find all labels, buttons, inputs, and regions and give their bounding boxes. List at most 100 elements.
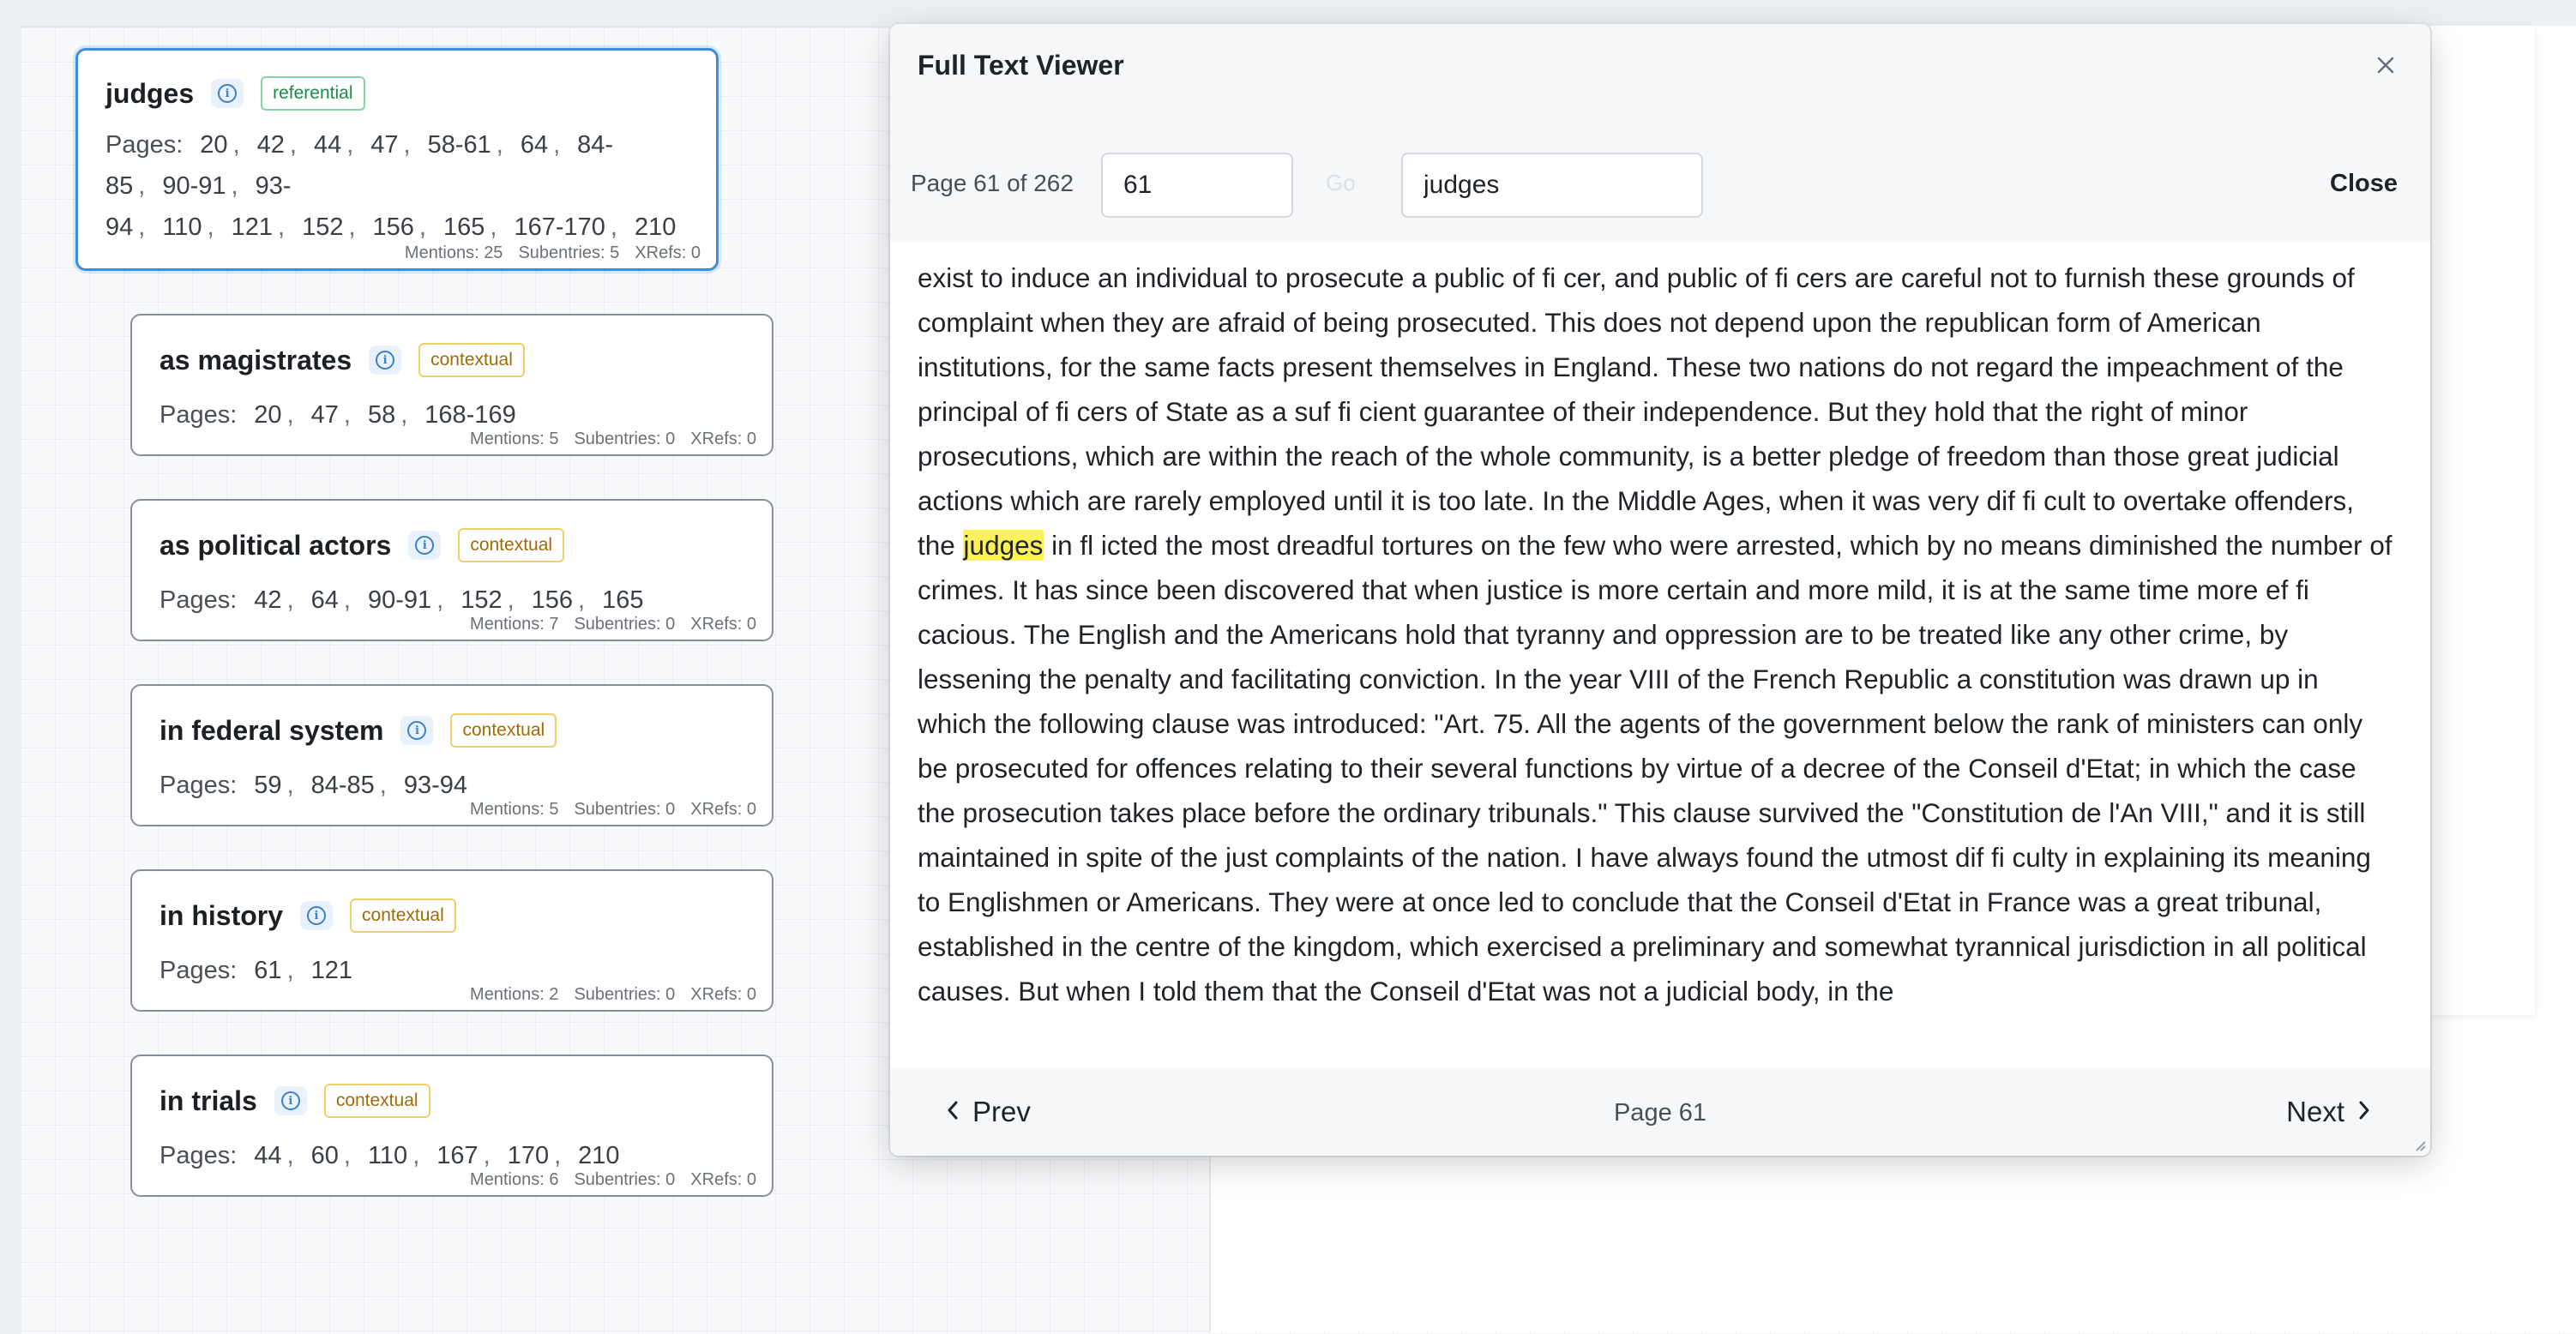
page-text-area[interactable]: exist to induce an individual to prosecu… (890, 242, 2430, 1071)
page-separator: , (138, 172, 146, 200)
subentries-count: Subentries: 0 (574, 430, 676, 448)
mentions-count: Mentions: 7 (470, 615, 559, 634)
page-link[interactable]: 156 (368, 213, 419, 241)
go-button[interactable]: Go (1326, 170, 1356, 196)
page-separator: , (286, 772, 294, 799)
page-separator: , (578, 586, 586, 614)
card-header: in federal system i contextual (159, 713, 557, 748)
info-icon[interactable]: i (300, 901, 334, 930)
subentries-count: Subentries: 0 (574, 985, 676, 1004)
page-link[interactable]: 165 (597, 586, 648, 614)
entry-stats: Mentions: 5 Subentries: 0 XRefs: 0 (470, 430, 756, 449)
page-link[interactable]: 170 (503, 1142, 554, 1169)
page-link[interactable]: 44 (249, 1142, 286, 1169)
page-link[interactable]: 60 (306, 1142, 344, 1169)
page-separator: , (138, 213, 146, 241)
page-link[interactable]: 121 (226, 213, 278, 241)
page-separator: , (286, 957, 294, 984)
page-link[interactable]: 42 (249, 586, 286, 614)
page-link[interactable]: 168-169 (419, 401, 521, 429)
page-separator: , (343, 1142, 351, 1169)
subentries-count: Subentries: 0 (574, 1170, 676, 1189)
page-link[interactable]: 20 (195, 131, 232, 159)
page-separator: , (379, 772, 387, 799)
page-link[interactable]: 59 (249, 772, 286, 799)
index-card-selected[interactable]: judges i referential Pages: 20, 42, 44, 47, 58-6… (75, 48, 719, 271)
pages-label: Pages: (159, 586, 238, 614)
modal-title: Full Text Viewer (918, 50, 1124, 81)
close-icon[interactable] (2370, 50, 2401, 81)
page-link[interactable]: 110 (363, 1142, 412, 1169)
page-link[interactable]: 42 (252, 131, 290, 159)
entry-stats: Mentions: 25 Subentries: 5 XRefs: 0 (405, 243, 701, 263)
next-button[interactable]: Next (2286, 1096, 2372, 1128)
index-card[interactable]: in history i contextual Pages: 61, 121 Mention… (130, 869, 773, 1012)
page-separator: , (483, 1142, 491, 1169)
entry-title: as political actors (159, 529, 392, 561)
page-number-input[interactable] (1101, 153, 1293, 218)
page-separator: , (286, 586, 294, 614)
page-link[interactable]: 47 (306, 401, 344, 429)
page-link[interactable]: 64 (306, 586, 344, 614)
page-link[interactable]: 156 (527, 586, 578, 614)
page-link[interactable]: 167 (431, 1142, 483, 1169)
page-link[interactable]: 152 (455, 586, 507, 614)
info-icon[interactable]: i (211, 79, 244, 108)
page-separator: , (507, 586, 515, 614)
page-text-after: in fl icted the most dreadful tortures o… (918, 530, 2392, 1007)
index-card[interactable]: in trials i contextual Pages: 44, 60, 110, 167,… (130, 1055, 773, 1197)
mentions-count: Mentions: 5 (470, 430, 559, 448)
page-link[interactable]: 90-91 (363, 586, 436, 614)
info-icon[interactable]: i (400, 716, 434, 745)
page-separator: , (232, 131, 240, 159)
page-separator: , (400, 401, 408, 429)
page-separator: , (412, 1142, 420, 1169)
xrefs-count: XRefs: 0 (690, 615, 756, 634)
page-separator: , (289, 131, 297, 159)
index-card[interactable]: in federal system i contextual Pages: 59, 84-… (130, 684, 773, 826)
entry-stats: Mentions: 6 Subentries: 0 XRefs: 0 (470, 1170, 756, 1190)
page-link[interactable]: 84-85 (306, 772, 380, 799)
page-separator: , (286, 401, 294, 429)
page-separator: , (278, 213, 286, 241)
page-link[interactable]: 152 (297, 213, 348, 241)
pages-label: Pages: (159, 1142, 238, 1169)
page-link[interactable]: 58 (363, 401, 400, 429)
search-input[interactable] (1401, 153, 1703, 218)
entry-type-badge: referential (261, 76, 365, 111)
page-link[interactable]: 64 (515, 131, 553, 159)
xrefs-count: XRefs: 0 (690, 800, 756, 819)
page-link[interactable]: 90-91 (157, 172, 231, 200)
viewer-toolbar: Page 61 of 262 Go Close (890, 108, 2430, 244)
index-card[interactable]: as magistrates i contextual Pages: 20, 47, 58,… (130, 314, 773, 456)
page-link[interactable]: 167-170 (509, 213, 610, 241)
card-header: in history i contextual (159, 898, 456, 933)
info-icon[interactable]: i (408, 531, 442, 560)
page-link[interactable]: 44 (309, 131, 346, 159)
index-card[interactable]: as political actors i contextual Pages: 42, 6… (130, 499, 773, 641)
close-button[interactable]: Close (2330, 170, 2398, 198)
info-icon[interactable]: i (274, 1086, 307, 1115)
info-icon[interactable]: i (369, 346, 402, 375)
page-link[interactable]: 47 (365, 131, 403, 159)
page-link[interactable]: 110 (157, 213, 207, 241)
page-link[interactable]: 210 (629, 213, 681, 241)
mentions-count: Mentions: 6 (470, 1170, 559, 1189)
entry-type-badge: contextual (323, 1084, 430, 1118)
page-link[interactable]: 121 (306, 957, 358, 984)
page-link[interactable]: 58-61 (423, 131, 497, 159)
page-link[interactable]: 93-94 (399, 772, 472, 799)
page-link[interactable]: 61 (249, 957, 286, 984)
entry-stats: Mentions: 2 Subentries: 0 XRefs: 0 (470, 985, 756, 1005)
full-text-viewer-modal: Full Text Viewer Page 61 of 262 Go Close… (890, 24, 2430, 1156)
entry-title: judges (105, 77, 195, 109)
resize-handle-icon[interactable] (2411, 1137, 2427, 1152)
page-separator: , (207, 213, 214, 241)
page-separator: , (231, 172, 238, 200)
page-link[interactable]: 210 (573, 1142, 624, 1169)
page-separator: , (343, 586, 351, 614)
page-separator: , (554, 1142, 562, 1169)
page-link[interactable]: 165 (438, 213, 490, 241)
page-link[interactable]: 20 (249, 401, 286, 429)
page-text: exist to induce an individual to prosecu… (918, 255, 2392, 1013)
